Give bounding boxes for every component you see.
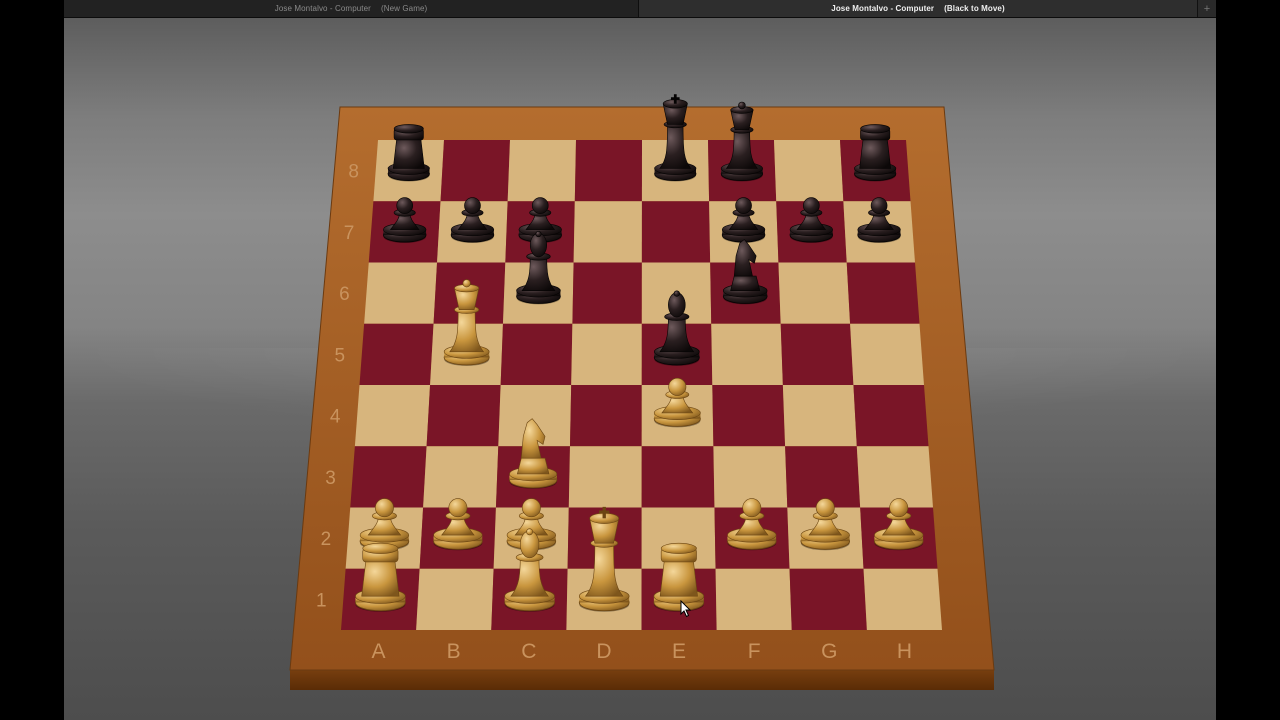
square-b8[interactable] (440, 140, 510, 202)
square-g3[interactable] (785, 446, 861, 508)
square-d3[interactable] (568, 446, 642, 508)
square-f3[interactable] (713, 446, 788, 508)
square-g4[interactable] (782, 385, 857, 447)
board-squares (341, 140, 942, 630)
square-e7[interactable] (641, 201, 711, 263)
rank-label: 6 (339, 284, 350, 305)
file-label: A (372, 640, 386, 663)
square-f5[interactable] (711, 323, 783, 385)
rank-label: 4 (330, 407, 341, 428)
square-d7[interactable] (573, 201, 642, 263)
square-d4[interactable] (569, 385, 642, 447)
file-label: F (748, 640, 761, 663)
rank-label: 5 (335, 345, 346, 366)
square-g1[interactable] (789, 568, 867, 630)
square-b1[interactable] (416, 568, 494, 630)
square-d6[interactable] (572, 262, 642, 324)
square-a5[interactable] (359, 323, 434, 385)
square-a6[interactable] (364, 262, 438, 324)
square-d8[interactable] (574, 140, 642, 202)
rank-label: 7 (344, 223, 355, 244)
rank-label: 1 (316, 590, 327, 611)
square-b3[interactable] (423, 446, 499, 508)
square-h4[interactable] (853, 385, 929, 447)
file-label: C (521, 640, 536, 663)
square-e3[interactable] (641, 446, 715, 508)
chess-board[interactable]: A B C D E F G H 1 2 3 4 5 6 7 8 (0, 0, 1280, 720)
square-b4[interactable] (426, 385, 501, 447)
square-c5[interactable] (500, 323, 573, 385)
square-g6[interactable] (778, 262, 851, 324)
file-label: D (596, 640, 611, 663)
rank-label: 8 (348, 162, 359, 183)
file-label: E (672, 640, 686, 663)
file-label: H (897, 640, 912, 663)
square-f4[interactable] (712, 385, 786, 447)
mouse-cursor-icon (680, 600, 692, 618)
square-h3[interactable] (856, 446, 933, 508)
rank-label: 3 (325, 468, 336, 489)
square-g5[interactable] (780, 323, 854, 385)
rank-label: 2 (321, 529, 332, 550)
file-label: B (447, 640, 461, 663)
square-d5[interactable] (571, 323, 642, 385)
square-h5[interactable] (850, 323, 924, 385)
square-a4[interactable] (354, 385, 431, 447)
square-g8[interactable] (774, 140, 844, 202)
square-c8[interactable] (507, 140, 576, 202)
square-h1[interactable] (863, 568, 942, 630)
square-f1[interactable] (715, 568, 792, 630)
square-h6[interactable] (846, 262, 920, 324)
square-a3[interactable] (350, 446, 427, 508)
file-label: G (821, 640, 837, 663)
